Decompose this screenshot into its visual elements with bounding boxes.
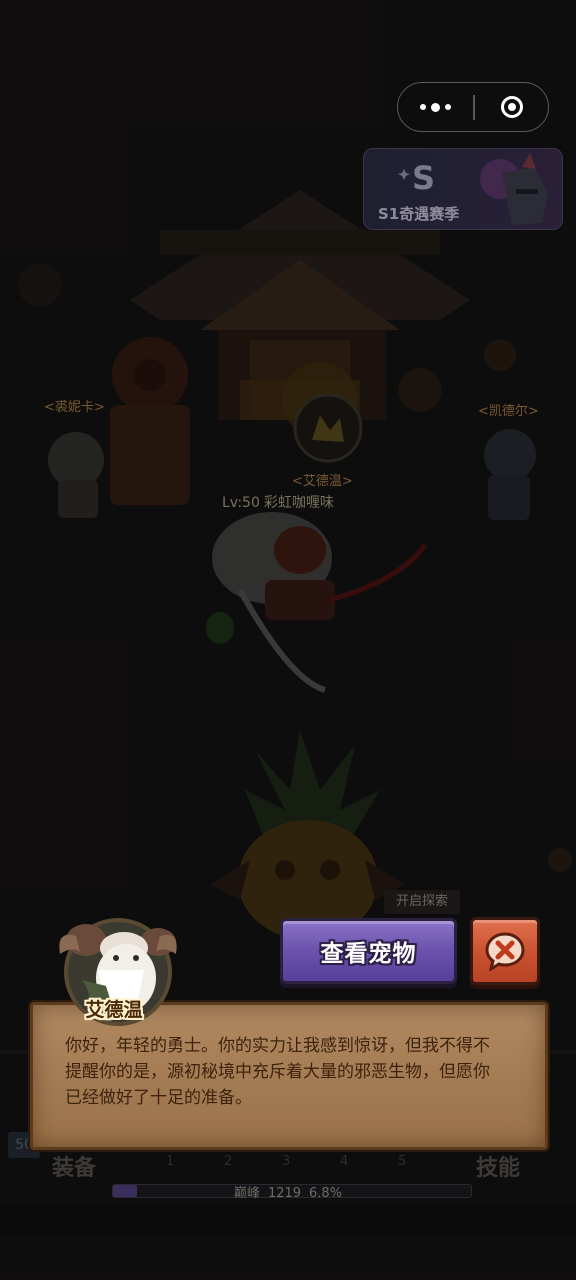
more-dots-icon xyxy=(420,102,451,112)
skill-slot[interactable]: 4 xyxy=(340,1154,348,1169)
player-name: 彩虹咖喱味 xyxy=(263,495,334,511)
capsule-close-button[interactable] xyxy=(475,83,548,131)
peak-percent: 6.8% xyxy=(309,1186,343,1201)
npc-name-center[interactable]: <艾德温> xyxy=(292,470,353,489)
target-circle-icon xyxy=(500,96,523,118)
mini-program-capsule xyxy=(397,82,549,132)
svg-text:S: S xyxy=(412,159,435,197)
season-banner[interactable]: S S1奇遇赛季 xyxy=(363,148,563,230)
skill-slots: 1 2 3 4 5 xyxy=(130,1154,450,1174)
more-button[interactable] xyxy=(398,83,473,131)
dialog-line: 提醒你的是，源初秘境中充斥着大量的邪恶生物，但愿你 xyxy=(65,1062,490,1082)
skill-slot[interactable]: 1 xyxy=(166,1154,174,1169)
peak-value: 1219 xyxy=(267,1186,302,1201)
speaker-name: 艾德温 xyxy=(85,999,143,1021)
season-label: S1奇遇赛季 xyxy=(378,205,460,223)
skill-slot[interactable]: 5 xyxy=(398,1154,406,1169)
skill-slot[interactable]: 2 xyxy=(224,1154,232,1169)
skill-slot[interactable]: 3 xyxy=(282,1154,290,1169)
dialog-line: 已经做好了十足的准备。 xyxy=(65,1088,252,1108)
close-x-icon xyxy=(485,932,525,971)
equipment-tab[interactable]: 装备 xyxy=(52,1150,96,1182)
peak-label: 巅峰 xyxy=(233,1186,260,1201)
dialog-line: 你好，年轻的勇士。你的实力让我感到惊讶，但我不得不 xyxy=(65,1036,490,1056)
peak-progress-text: 巅峰 1219 6.8% xyxy=(0,1182,576,1201)
player-nameplate: Lv:50 彩虹咖喱味 xyxy=(222,492,334,512)
dialog-close-button[interactable] xyxy=(470,917,540,985)
knight-helmet-icon xyxy=(480,153,548,225)
skills-tab[interactable]: 技能 xyxy=(476,1150,520,1182)
view-pets-label: 查看宠物 xyxy=(320,941,417,967)
player-level: Lv:50 xyxy=(222,495,260,511)
npc-name-right[interactable]: <凯德尔> xyxy=(478,400,539,419)
season-s-icon: S xyxy=(398,159,435,197)
view-pets-button[interactable]: 查看宠物 xyxy=(280,918,457,984)
dialog-text: 你好，年轻的勇士。你的实力让我感到惊讶，但我不得不 提醒你的是，源初秘境中充斥着… xyxy=(65,1033,527,1111)
npc-name-left[interactable]: <裘妮卡> xyxy=(44,396,105,415)
start-explore-label[interactable]: 开启探索 xyxy=(384,890,460,914)
